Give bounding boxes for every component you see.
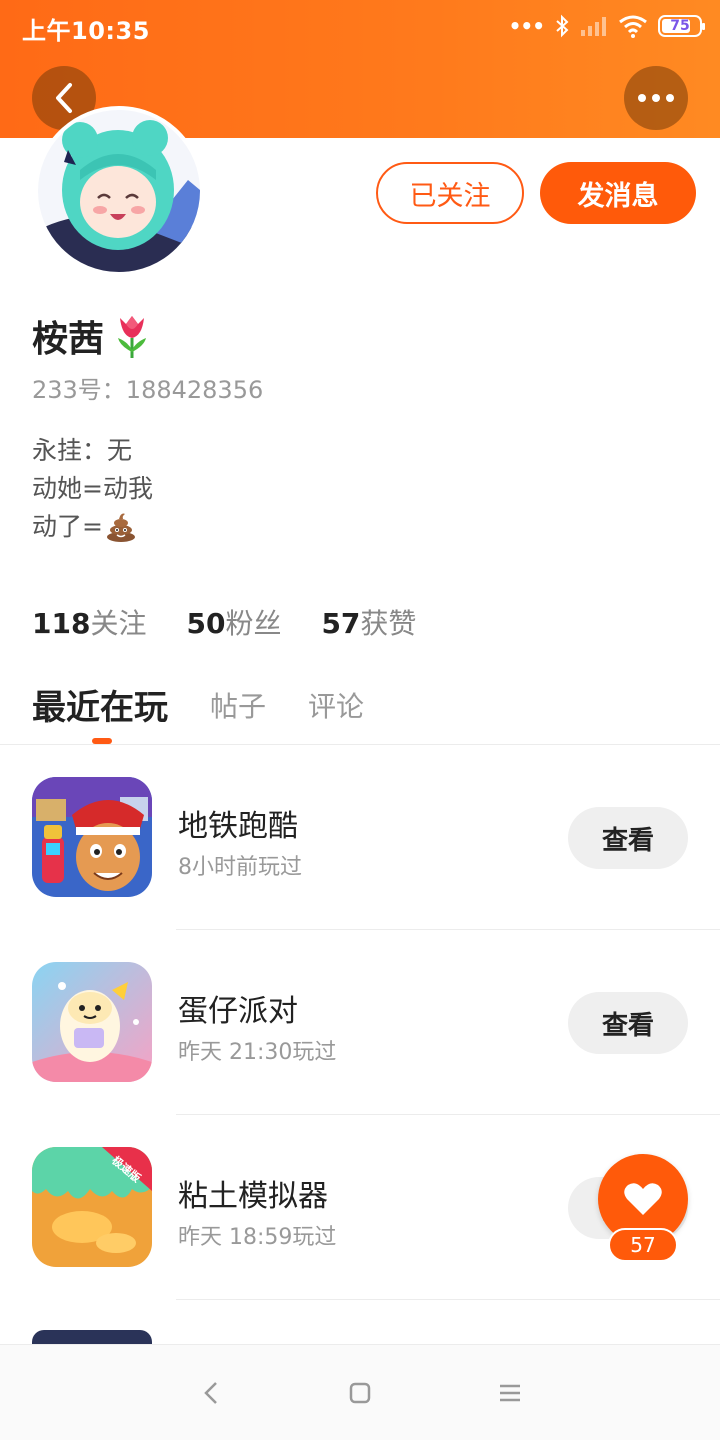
game-name: 蛋仔派对	[178, 994, 298, 1029]
game-icon-partial	[32, 1330, 152, 1344]
stat-following[interactable]: 118关注	[32, 602, 146, 642]
chevron-left-icon	[56, 83, 72, 113]
tab-comments[interactable]: 评论	[308, 685, 364, 725]
game-name: 地铁跑酷	[178, 809, 298, 844]
stat-label: 粉丝	[225, 607, 282, 640]
row-divider	[176, 1299, 720, 1300]
tulip-emoji-icon	[118, 316, 147, 358]
game-icon-subway-surfers[interactable]	[32, 777, 152, 897]
bio-line: 动了=	[32, 508, 153, 546]
game-icon-clay-simulator[interactable]: 极速版	[32, 1147, 152, 1267]
battery-icon: 75	[658, 15, 705, 37]
avatar-image	[38, 110, 200, 272]
nav-menu-icon[interactable]	[496, 1379, 524, 1407]
wifi-icon	[619, 15, 647, 38]
stat-likes[interactable]: 57获赞	[321, 602, 416, 642]
profile-tabs: 最近在玩 帖子 评论	[32, 680, 364, 729]
heart-icon	[624, 1183, 662, 1215]
bluetooth-icon	[556, 14, 569, 38]
signal-dots: •••	[508, 14, 545, 38]
view-game-button[interactable]: 查看	[568, 992, 688, 1054]
game-last-played: 昨天 18:59玩过	[178, 1225, 337, 1250]
game-icon-eggy-party[interactable]	[32, 962, 152, 1082]
game-name: 粘土模拟器	[178, 1179, 328, 1214]
nav-back-icon[interactable]	[198, 1379, 226, 1407]
bio-line: 动她=动我	[32, 474, 153, 503]
nav-home-icon[interactable]	[346, 1379, 374, 1407]
bio-line: 永挂：无	[32, 436, 133, 465]
tab-posts[interactable]: 帖子	[210, 685, 266, 725]
tab-recently-played[interactable]: 最近在玩	[32, 680, 168, 729]
bio: 永挂：无 动她=动我 动了=	[32, 432, 153, 546]
game-list-item[interactable]: 地铁跑酷 8小时前玩过 查看	[0, 745, 720, 930]
stat-followers[interactable]: 50粉丝	[186, 602, 281, 642]
status-bar: 上午10:35 ••• 75	[0, 0, 720, 52]
send-message-button[interactable]: 发消息	[540, 162, 696, 224]
status-time: 上午10:35	[22, 17, 150, 45]
stat-value: 118	[32, 607, 91, 640]
stat-label: 关注	[90, 607, 147, 640]
more-button[interactable]	[624, 66, 688, 130]
account-id: 233号：188428356	[32, 376, 264, 404]
status-icons: ••• 75	[508, 12, 705, 40]
avatar[interactable]	[34, 106, 204, 276]
stat-label: 获赞	[360, 607, 417, 640]
followed-button[interactable]: 已关注	[376, 162, 524, 224]
username-row: 桉茜	[32, 310, 152, 362]
like-count-badge: 57	[608, 1228, 678, 1262]
cellular-signal-icon	[581, 17, 606, 36]
view-game-button[interactable]: 查看	[568, 807, 688, 869]
poop-emoji-icon	[106, 513, 135, 542]
username: 桉茜	[32, 319, 105, 360]
game-last-played: 8小时前玩过	[178, 855, 302, 880]
stat-value: 50	[186, 607, 226, 640]
more-horizontal-icon	[638, 94, 674, 102]
game-last-played: 昨天 21:30玩过	[178, 1040, 337, 1065]
profile-stats: 118关注 50粉丝 57获赞	[32, 602, 416, 642]
bio-line-text: 动了=	[32, 512, 103, 541]
game-list-item[interactable]: 蛋仔派对 昨天 21:30玩过 查看	[0, 930, 720, 1115]
stat-value: 57	[321, 607, 361, 640]
system-nav-bar	[0, 1344, 720, 1440]
battery-level: 75	[670, 18, 690, 34]
